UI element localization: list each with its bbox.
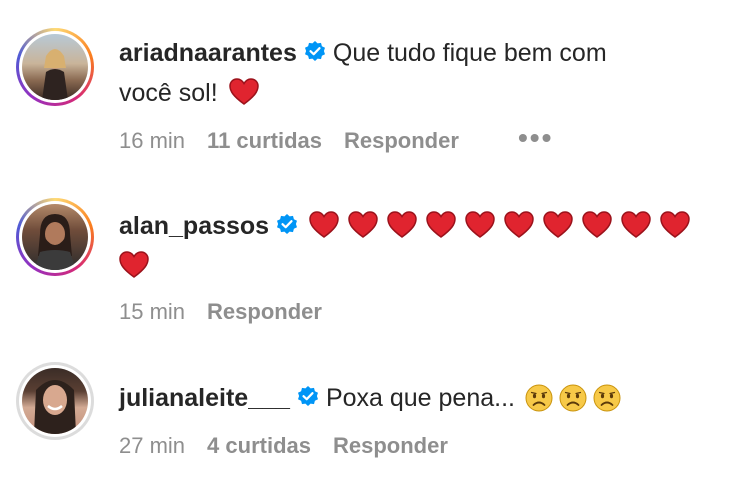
comment-meta: 27 min 4 curtidas Responder bbox=[119, 433, 470, 459]
avatar-image bbox=[22, 368, 88, 434]
comment-text: julianaleite___ Poxa que pena... bbox=[119, 378, 621, 418]
sad-face-emoji-icon bbox=[559, 384, 587, 412]
comment-meta: 16 min 11 curtidas Responder bbox=[119, 128, 481, 154]
heart-emoji-icon bbox=[504, 211, 534, 238]
verified-badge-icon bbox=[277, 214, 298, 234]
likes-count[interactable]: 4 curtidas bbox=[207, 433, 311, 458]
username[interactable]: alan_passos bbox=[119, 212, 269, 240]
heart-emoji-icon bbox=[348, 211, 378, 238]
heart-emoji-icon bbox=[621, 211, 651, 238]
heart-emoji-icon bbox=[582, 211, 612, 238]
verified-badge-icon bbox=[304, 41, 325, 61]
comment-time: 15 min bbox=[119, 299, 186, 324]
comment-message-line2: você sol! bbox=[119, 79, 218, 107]
likes-count[interactable]: 11 curtidas bbox=[207, 128, 322, 153]
comment-meta: 15 min Responder bbox=[119, 299, 344, 325]
heart-emoji-icon bbox=[660, 211, 690, 238]
heart-emoji-icon bbox=[465, 211, 495, 238]
reply-button[interactable]: Responder bbox=[344, 128, 459, 153]
verified-badge-icon bbox=[297, 386, 318, 406]
heart-emoji-icon bbox=[309, 211, 339, 238]
comment-time: 27 min bbox=[119, 433, 186, 458]
heart-emoji-row bbox=[309, 211, 699, 240]
heart-emoji-icon bbox=[426, 211, 456, 238]
comment-message: Que tudo fique bem com bbox=[332, 39, 607, 67]
sad-emoji-row bbox=[519, 384, 621, 412]
heart-emoji-icon bbox=[228, 78, 259, 105]
heart-emoji-icon bbox=[387, 211, 417, 238]
reply-button[interactable]: Responder bbox=[333, 433, 448, 458]
heart-emoji-icon bbox=[543, 211, 573, 238]
comment-message: Poxa que pena... bbox=[325, 384, 515, 412]
comment-time: 16 min bbox=[119, 128, 186, 153]
reply-button[interactable]: Responder bbox=[207, 299, 322, 324]
comment-text: ariadnaarantes Que tudo fique bem com voc… bbox=[119, 33, 607, 113]
avatar[interactable] bbox=[16, 28, 94, 106]
username[interactable]: julianaleite___ bbox=[119, 384, 290, 412]
more-options-icon[interactable]: ••• bbox=[518, 122, 553, 154]
username[interactable]: ariadnaarantes bbox=[119, 39, 297, 67]
sad-face-emoji-icon bbox=[525, 384, 553, 412]
avatar-image bbox=[22, 34, 88, 100]
sad-face-emoji-icon bbox=[593, 384, 621, 412]
avatar[interactable] bbox=[16, 198, 94, 276]
heart-emoji-row-2 bbox=[119, 251, 158, 280]
avatar[interactable] bbox=[16, 362, 94, 440]
avatar-image bbox=[22, 204, 88, 270]
comment-text: alan_passos bbox=[119, 206, 699, 286]
heart-emoji-icon bbox=[119, 251, 149, 278]
